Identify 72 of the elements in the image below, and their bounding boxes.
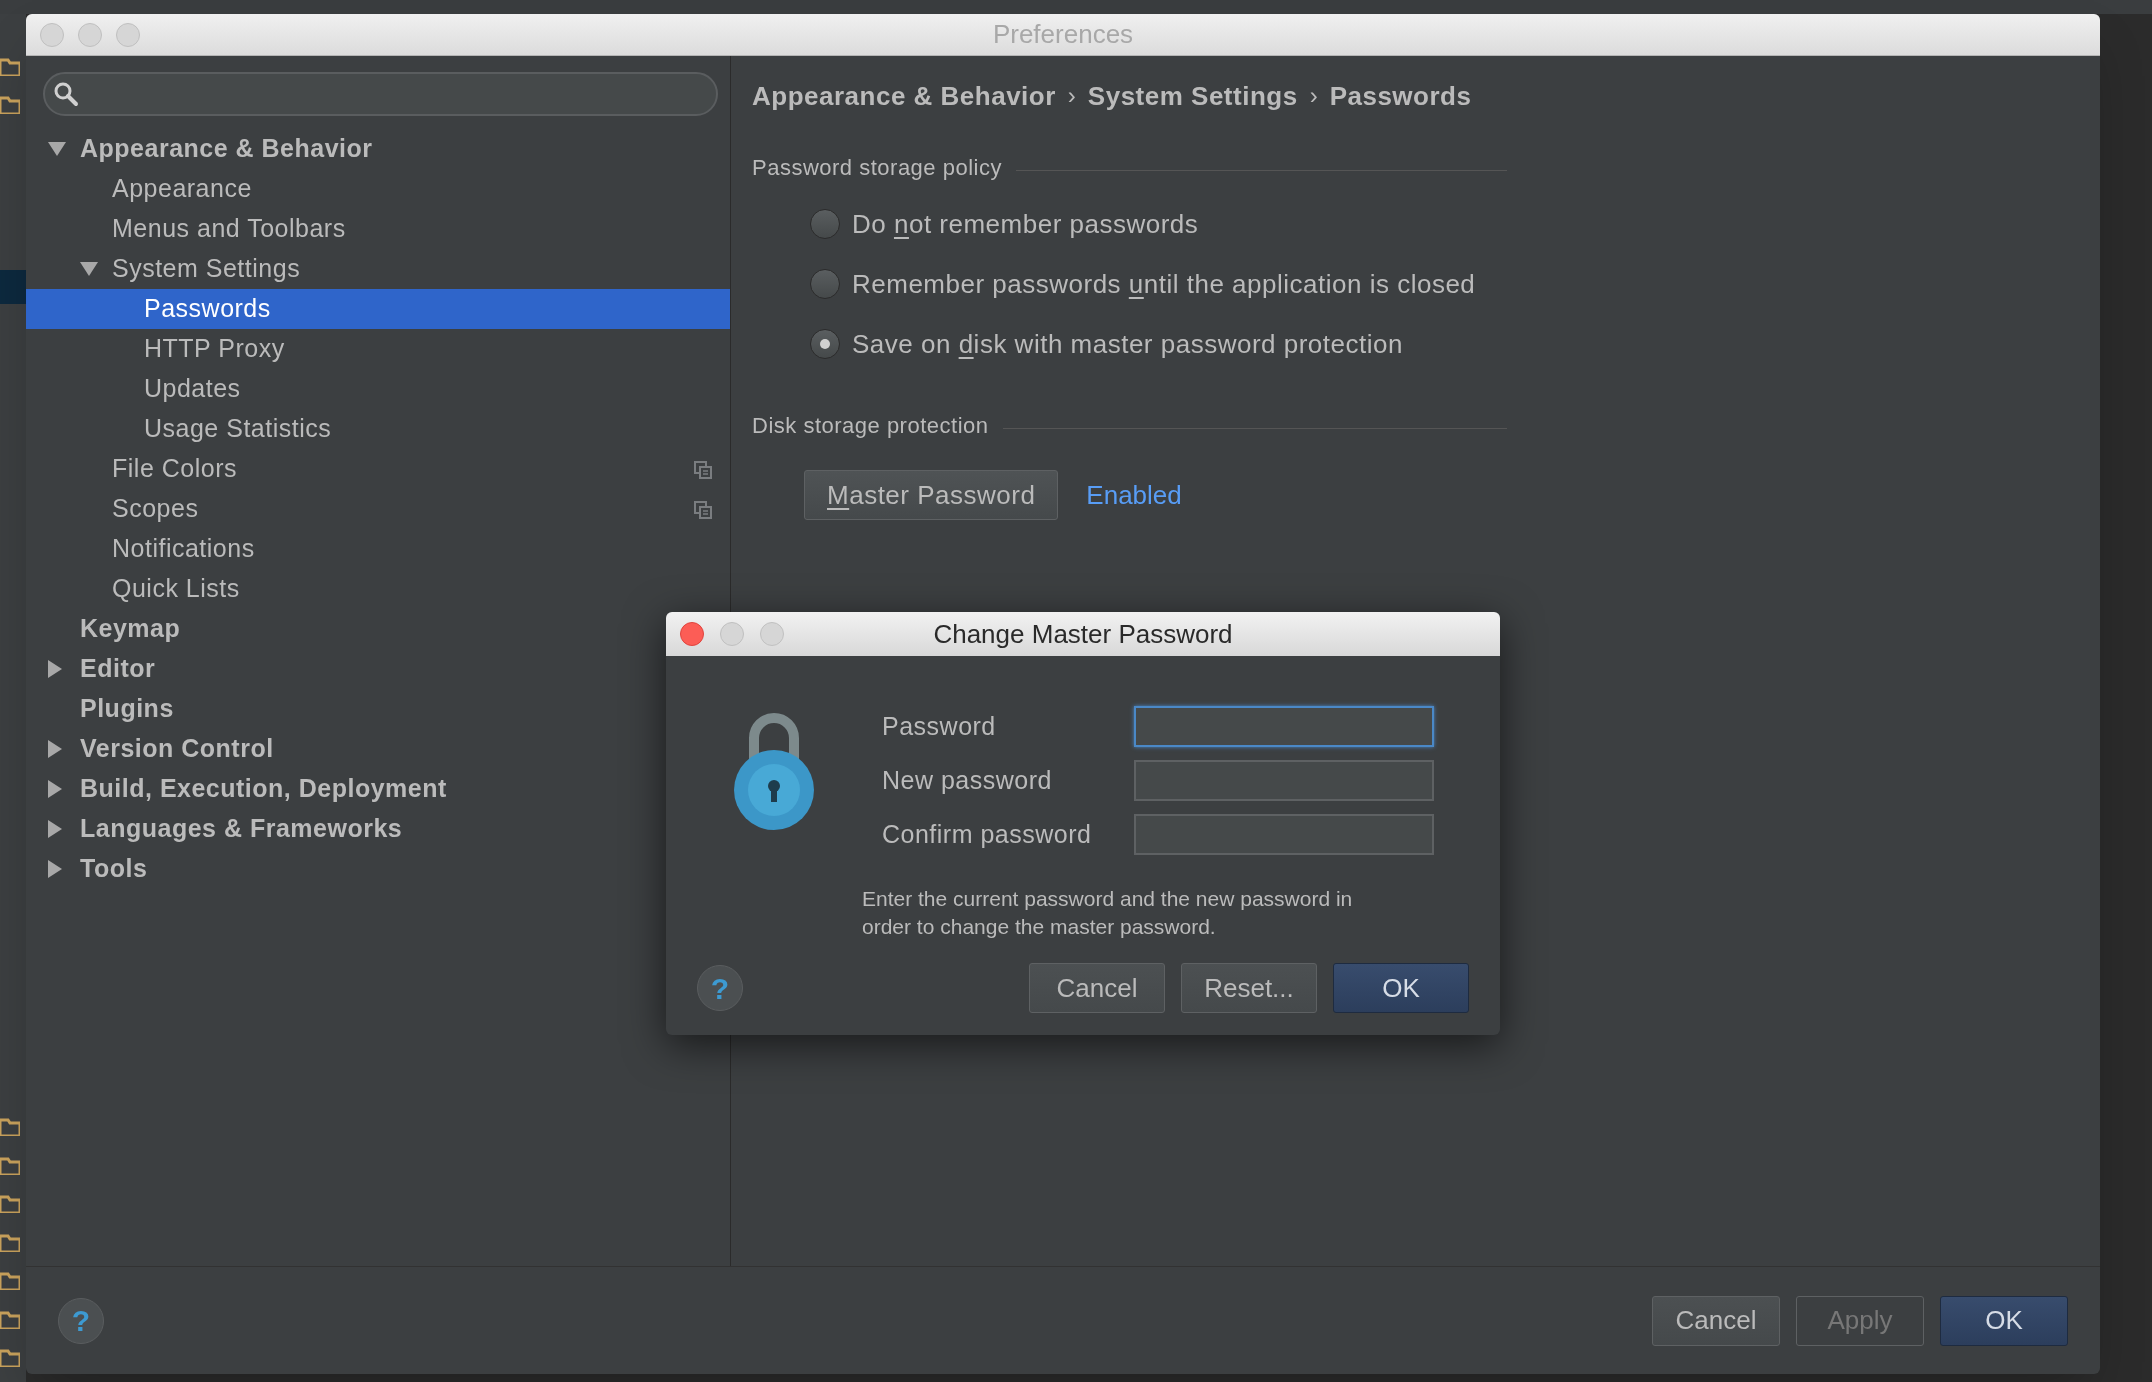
tree-item[interactable]: HTTP Proxy xyxy=(26,329,730,369)
section-title: Disk storage protection xyxy=(752,411,989,440)
tree-item[interactable]: Appearance & Behavior xyxy=(26,129,730,169)
tree-item[interactable]: Updates xyxy=(26,369,730,409)
ok-button[interactable]: OK xyxy=(1940,1295,2068,1346)
collapsed-arrow-icon[interactable] xyxy=(48,660,62,678)
tree-item[interactable]: Scopes xyxy=(26,489,730,529)
radio-button[interactable] xyxy=(810,269,840,299)
folder-icon xyxy=(0,1157,20,1175)
window-title: Preferences xyxy=(992,18,1134,51)
password-field[interactable] xyxy=(1134,814,1434,855)
tree-item[interactable]: Editor xyxy=(26,649,730,689)
tree-item[interactable]: Appearance xyxy=(26,169,730,209)
tree-item[interactable]: File Colors xyxy=(26,449,730,489)
field-label: New password xyxy=(882,764,1053,796)
radio-button[interactable] xyxy=(810,209,840,239)
padlock-icon xyxy=(732,710,816,830)
close-button[interactable] xyxy=(680,622,704,646)
tree-item[interactable]: Languages & Frameworks xyxy=(26,809,730,849)
collapsed-arrow-icon[interactable] xyxy=(48,740,62,758)
breadcrumb-separator: › xyxy=(1309,81,1318,111)
section-title: Password storage policy xyxy=(752,153,1002,182)
minimize-button[interactable] xyxy=(720,622,744,646)
expanded-arrow-icon[interactable] xyxy=(48,142,66,156)
folder-icon xyxy=(0,1272,20,1290)
folder-icon xyxy=(0,1349,20,1367)
folder-icon xyxy=(0,1118,20,1136)
collapsed-arrow-icon[interactable] xyxy=(48,820,62,838)
tree-item[interactable]: Menus and Toolbars xyxy=(26,209,730,249)
zoom-button[interactable] xyxy=(116,22,140,47)
minimize-button[interactable] xyxy=(78,22,102,47)
radio-label[interactable]: Save on disk with master password protection xyxy=(852,324,1403,364)
dialog-button[interactable]: Reset... xyxy=(1181,963,1317,1013)
folder-icon xyxy=(0,58,20,76)
folder-icon xyxy=(0,1234,20,1252)
zoom-button[interactable] xyxy=(760,622,784,646)
password-field[interactable] xyxy=(1134,760,1434,801)
collapsed-arrow-icon[interactable] xyxy=(48,860,62,878)
dialog-button[interactable]: Cancel xyxy=(1652,1295,1780,1346)
close-button[interactable] xyxy=(40,22,64,47)
tree-item[interactable]: Passwords xyxy=(26,289,730,329)
radio-button[interactable] xyxy=(810,329,840,359)
field-label: Confirm password xyxy=(882,818,1093,850)
status-link[interactable]: Enabled xyxy=(1086,475,1182,515)
radio-label[interactable]: Do not remember passwords xyxy=(852,204,1199,244)
radio-label[interactable]: Remember passwords until the application is closed xyxy=(852,264,1476,304)
field-label: Password xyxy=(882,710,997,742)
tree-item[interactable]: Quick Lists xyxy=(26,569,730,609)
tree-item[interactable]: Usage Statistics xyxy=(26,409,730,449)
dialog-button[interactable]: Cancel xyxy=(1029,963,1165,1013)
dialog-message: Enter the current password and the new password in order to change the master password. xyxy=(862,886,1354,940)
breadcrumb-item[interactable]: System Settings xyxy=(1087,76,1298,116)
expanded-arrow-icon[interactable] xyxy=(80,262,98,276)
master-password-button[interactable]: Master Password xyxy=(804,470,1059,520)
password-field[interactable] xyxy=(1134,706,1434,747)
tree-item[interactable]: Version Control xyxy=(26,729,730,769)
search-field[interactable] xyxy=(43,72,718,116)
breadcrumb-separator: › xyxy=(1067,81,1076,111)
tree-item[interactable]: System Settings xyxy=(26,249,730,289)
search-icon xyxy=(53,81,79,107)
folder-icon xyxy=(0,1195,20,1213)
folder-icon xyxy=(0,1311,20,1329)
tree-item[interactable]: Notifications xyxy=(26,529,730,569)
folder-icon xyxy=(0,96,20,114)
collapsed-arrow-icon[interactable] xyxy=(48,780,62,798)
ok-button[interactable]: OK xyxy=(1333,963,1469,1013)
breadcrumb-item[interactable]: Passwords xyxy=(1329,76,1472,116)
breadcrumb-item[interactable]: Appearance & Behavior xyxy=(752,76,1056,116)
selected-row xyxy=(0,270,26,304)
dialog-title: Change Master Password xyxy=(933,617,1233,651)
tree-item[interactable]: Tools xyxy=(26,849,730,889)
tree-item[interactable]: Build, Execution, Deployment xyxy=(26,769,730,809)
